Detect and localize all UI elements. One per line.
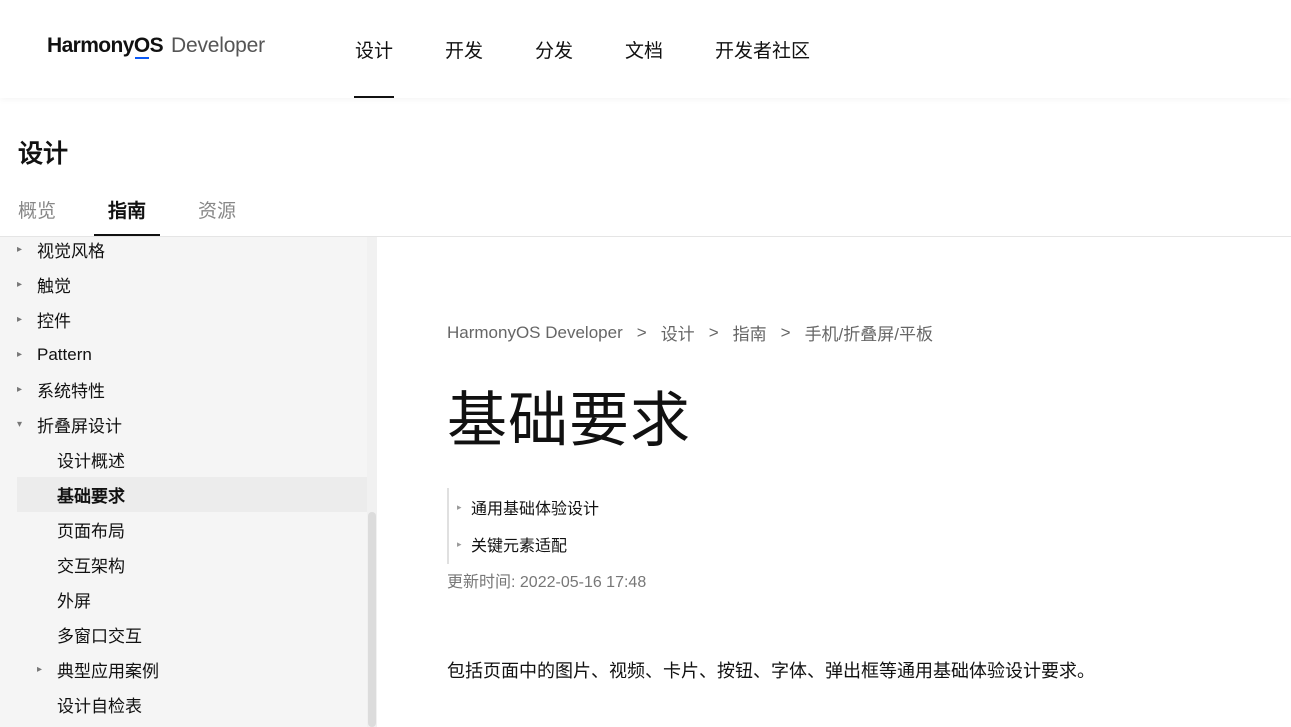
- sidebar-item-basic-requirements[interactable]: 基础要求: [17, 477, 367, 512]
- breadcrumb-device[interactable]: 手机/折叠屏/平板: [805, 320, 933, 345]
- toc-item-label: 关键元素适配: [471, 538, 568, 555]
- sidebar-item-haptics[interactable]: ▸ 触觉: [17, 267, 367, 302]
- tab-guide[interactable]: 指南: [108, 196, 146, 223]
- sidebar-item-label: 折叠屏设计: [37, 417, 122, 436]
- expand-caret-icon[interactable]: ▸: [457, 539, 471, 550]
- expand-caret-icon[interactable]: ▸: [37, 664, 57, 675]
- body-paragraph: 包括页面中的图片、视频、卡片、按钮、字体、弹出框等通用基础体验设计要求。: [447, 661, 1095, 681]
- sidebar-item-controls[interactable]: ▸ 控件: [17, 302, 367, 337]
- table-of-contents: ▸ 通用基础体验设计 ▸ 关键元素适配: [447, 488, 599, 564]
- breadcrumb-separator: >: [780, 322, 791, 342]
- expand-caret-icon[interactable]: ▸: [17, 279, 37, 290]
- breadcrumb-separator: >: [636, 322, 647, 342]
- sidebar-item-label: Pattern: [37, 344, 92, 364]
- sidebar-item-self-checklist[interactable]: 设计自检表: [17, 687, 367, 722]
- toc-item-general-experience[interactable]: ▸ 通用基础体验设计: [457, 495, 599, 519]
- breadcrumb-home[interactable]: HarmonyOS Developer: [447, 323, 623, 343]
- sidebar-item-label: 设计自检表: [57, 697, 142, 716]
- active-nav-indicator: [354, 96, 394, 98]
- breadcrumb-design[interactable]: 设计: [661, 320, 695, 345]
- sidebar-item-typical-cases[interactable]: ▸ 典型应用案例: [17, 652, 367, 687]
- sidebar-item-system-features[interactable]: ▸ 系统特性: [17, 372, 367, 407]
- sidebar-item-label: 基础要求: [57, 487, 125, 506]
- sidebar-item-label: 典型应用案例: [57, 662, 159, 681]
- collapse-caret-icon[interactable]: ▾: [17, 419, 37, 430]
- toc-item-key-element-adaptation[interactable]: ▸ 关键元素适配: [457, 532, 567, 556]
- harmonyos-developer-logo[interactable]: HarmonyOS Developer: [47, 34, 265, 64]
- tab-resources[interactable]: 资源: [198, 196, 236, 223]
- logo-brand: HarmonyOS: [47, 34, 164, 59]
- sidebar-item-label: 交互架构: [57, 557, 125, 576]
- nav-design[interactable]: 设计: [355, 36, 393, 63]
- logo-suffix: Developer: [171, 34, 265, 57]
- sidebar-item-label: 触觉: [37, 277, 71, 296]
- sidebar-item-interaction-architecture[interactable]: 交互架构: [17, 547, 367, 582]
- sidebar-item-label: 外屏: [57, 592, 91, 611]
- page-title: 基础要求: [447, 387, 691, 454]
- logo-brand-part: Harmony: [47, 34, 134, 57]
- logo-brand-o: O: [133, 34, 150, 59]
- sidebar-item-page-layout[interactable]: 页面布局: [17, 512, 367, 547]
- breadcrumb-guide[interactable]: 指南: [733, 320, 767, 345]
- nav-distribute[interactable]: 分发: [535, 36, 573, 63]
- nav-develop[interactable]: 开发: [445, 36, 483, 63]
- expand-caret-icon[interactable]: ▸: [17, 314, 37, 325]
- sidebar-navigation: ▸ 视觉风格 ▸ 触觉 ▸ 控件 ▸ Pattern ▸ 系统特性 ▾ 折叠屏设…: [0, 237, 377, 727]
- sidebar-item-foldable-design[interactable]: ▾ 折叠屏设计: [17, 407, 367, 442]
- expand-caret-icon[interactable]: ▸: [17, 244, 37, 255]
- sidebar-item-label: 系统特性: [37, 382, 105, 401]
- expand-caret-icon[interactable]: ▸: [457, 502, 471, 513]
- sidebar-item-visual-style[interactable]: ▸ 视觉风格: [17, 237, 367, 267]
- update-timestamp: 更新时间: 2022-05-16 17:48: [447, 574, 647, 591]
- expand-caret-icon[interactable]: ▸: [17, 349, 37, 360]
- sidebar-item-label: 视觉风格: [37, 242, 105, 261]
- breadcrumb-separator: >: [708, 322, 719, 342]
- expand-caret-icon[interactable]: ▸: [17, 384, 37, 395]
- section-title: 设计: [18, 140, 69, 168]
- sidebar-item-label: 设计概述: [57, 452, 125, 471]
- logo-brand-part: S: [149, 34, 164, 57]
- tab-overview[interactable]: 概览: [18, 196, 56, 223]
- breadcrumb: HarmonyOS Developer > 设计 > 指南 > 手机/折叠屏/平…: [447, 320, 933, 345]
- sidebar-item-label: 控件: [37, 312, 71, 331]
- nav-docs[interactable]: 文档: [625, 36, 663, 63]
- nav-community[interactable]: 开发者社区: [715, 36, 810, 63]
- sidebar-item-label: 页面布局: [57, 522, 125, 541]
- sidebar-item-multi-window[interactable]: 多窗口交互: [17, 617, 367, 652]
- sidebar-item-pattern[interactable]: ▸ Pattern: [17, 337, 367, 372]
- sidebar-scrollbar-thumb[interactable]: [368, 512, 376, 727]
- sidebar-item-label: 多窗口交互: [57, 627, 142, 646]
- toc-item-label: 通用基础体验设计: [471, 501, 600, 518]
- sidebar-item-design-overview[interactable]: 设计概述: [17, 442, 367, 477]
- top-navigation-bar: HarmonyOS Developer 设计 开发 分发 文档 开发者社区: [0, 0, 1291, 98]
- sidebar-item-outer-screen[interactable]: 外屏: [17, 582, 367, 617]
